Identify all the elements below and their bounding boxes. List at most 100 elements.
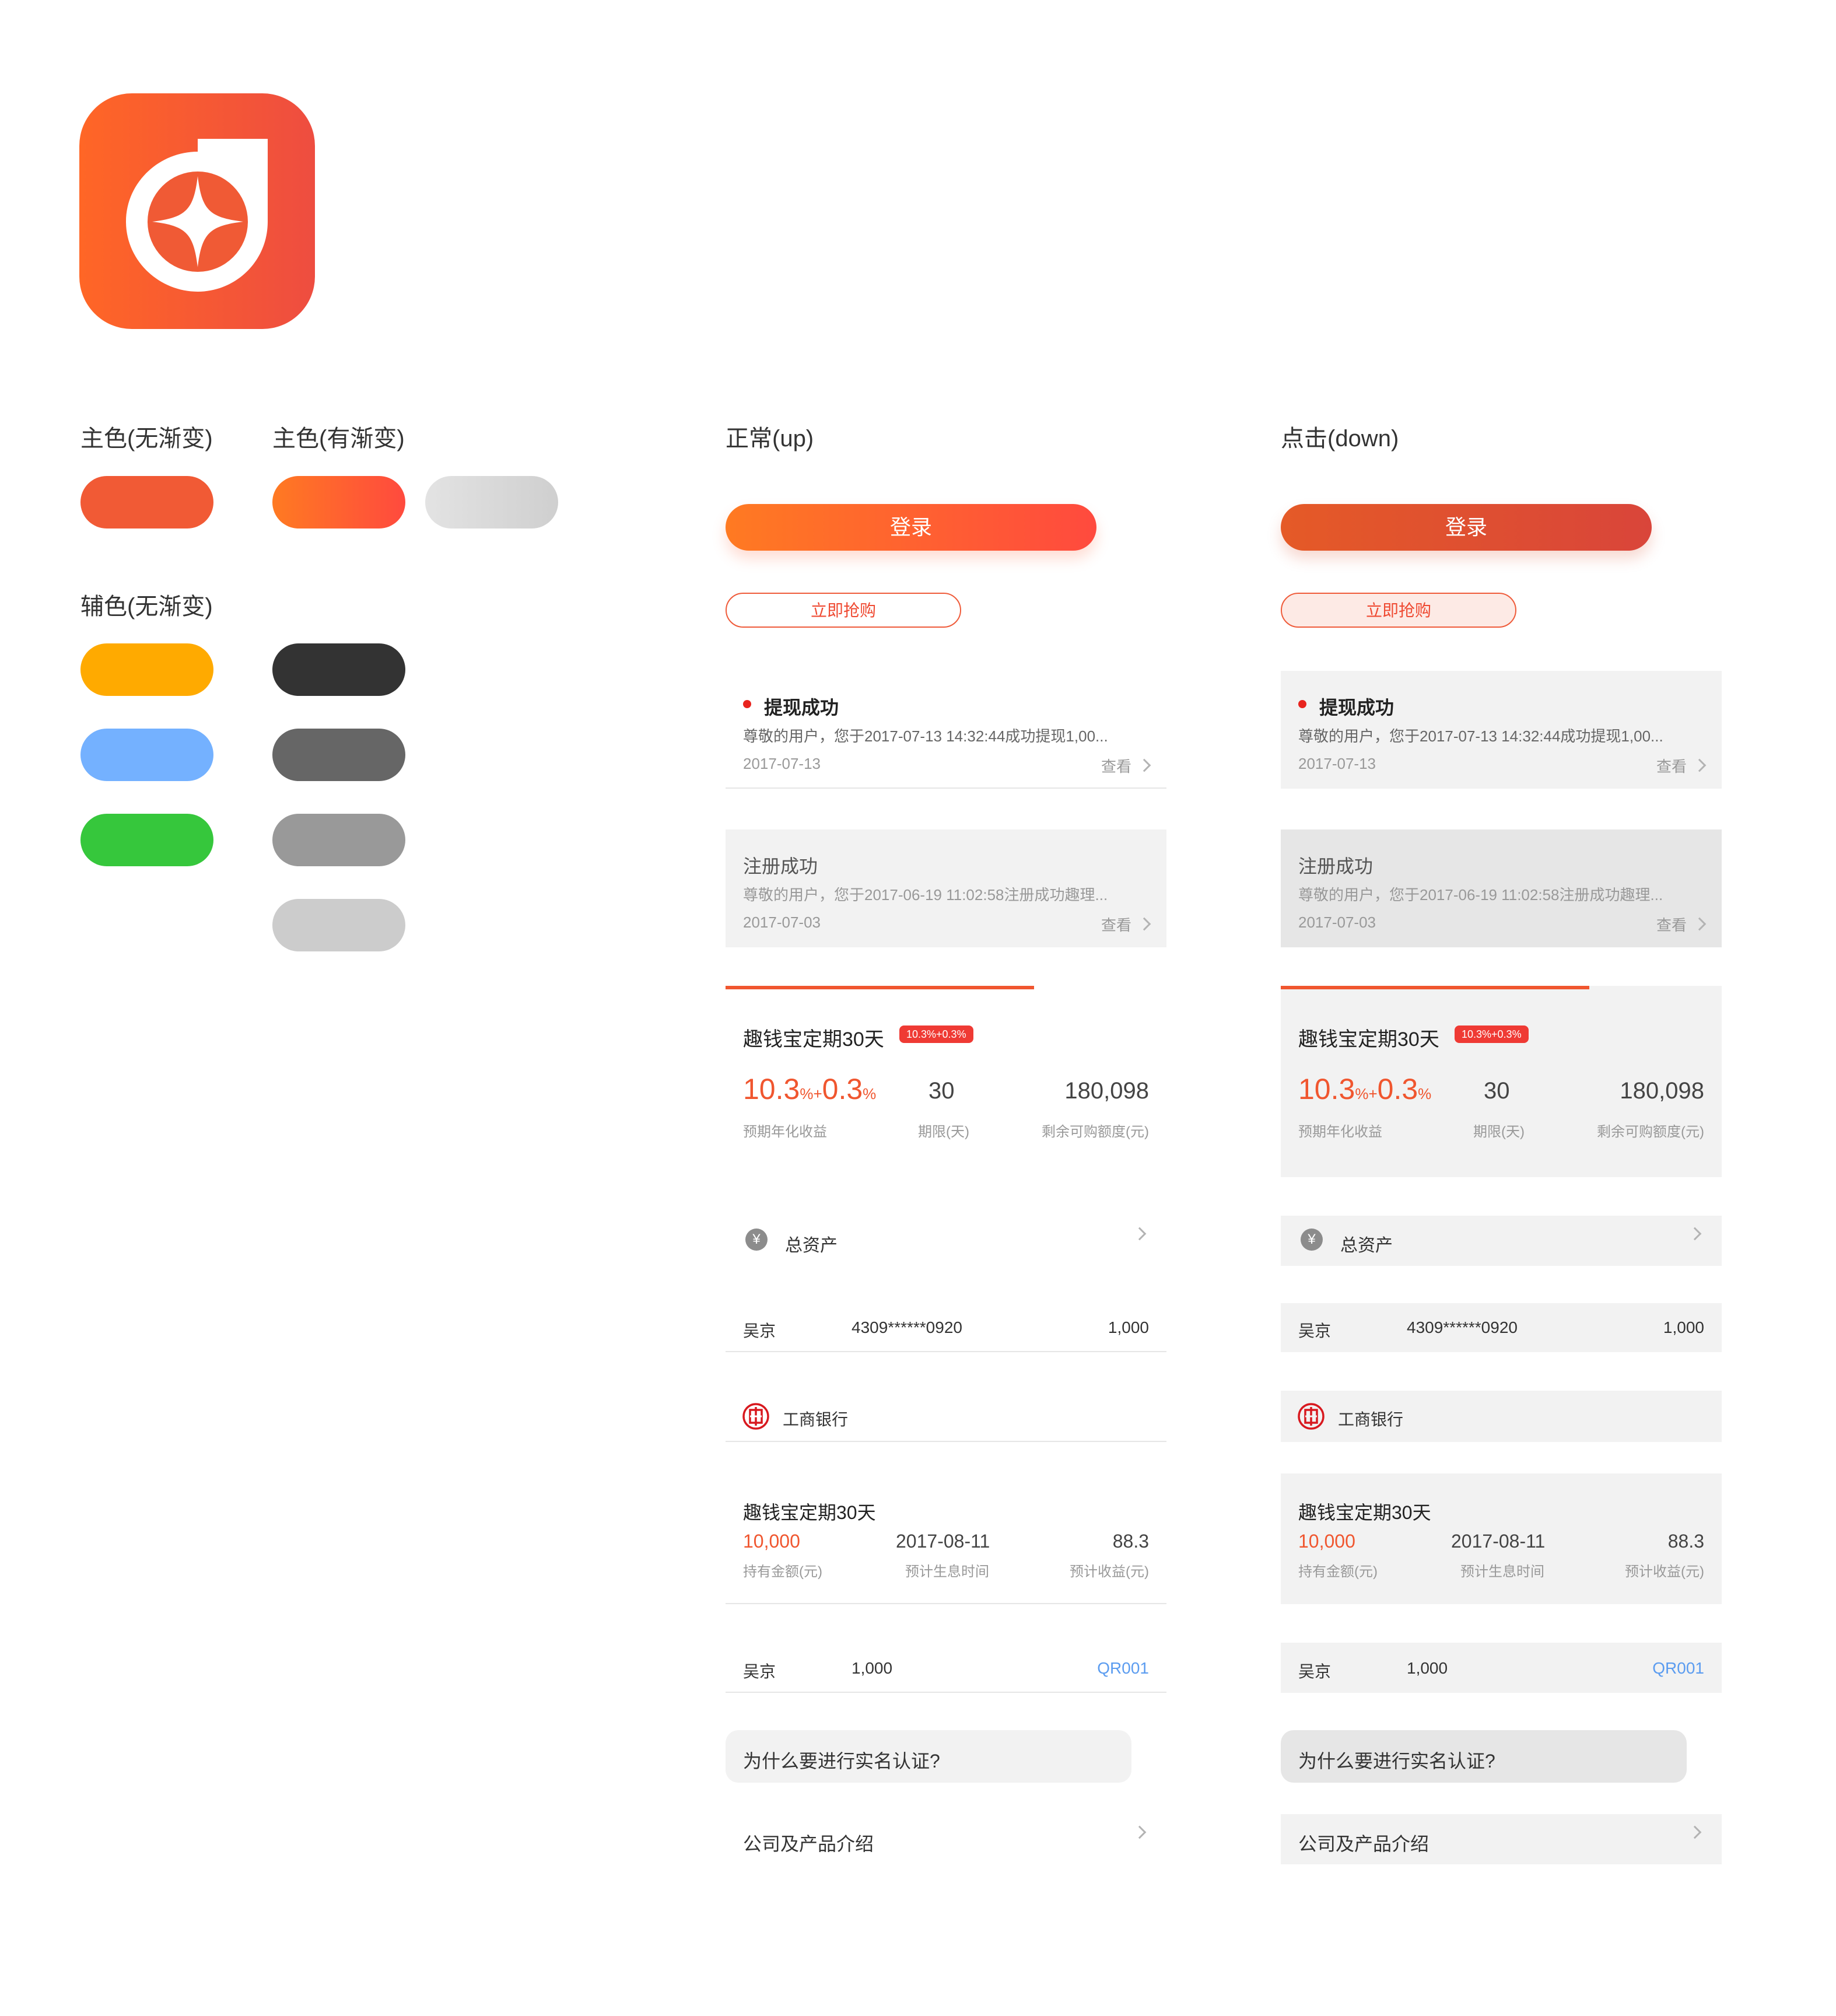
chevron-right-icon bbox=[1693, 758, 1707, 772]
holding-name: 趣钱宝定期30天 bbox=[1298, 1502, 1431, 1523]
term-value: 30 bbox=[928, 1078, 955, 1104]
bank-row[interactable]: 工商银行 bbox=[726, 1391, 1166, 1442]
holding-date: 2017-08-11 bbox=[1451, 1531, 1546, 1552]
company-row-pressed[interactable]: 公司及产品介绍 bbox=[1281, 1814, 1722, 1864]
yuan-icon: ¥ bbox=[1301, 1228, 1323, 1251]
holding-amount: 10,000 bbox=[743, 1531, 800, 1552]
primary-swatch bbox=[80, 476, 213, 528]
remain-caption: 剩余可购额度(元) bbox=[1042, 1124, 1149, 1140]
rate-badge: 10.3%+0.3% bbox=[899, 1026, 973, 1043]
company-label: 公司及产品介绍 bbox=[1298, 1833, 1429, 1854]
primary-flat-label: 主色(无渐变) bbox=[80, 426, 213, 452]
message-body: 尊敬的用户，您于2017-07-13 14:32:44成功提现1,00... bbox=[743, 727, 1108, 745]
person-id: 4309******0920 bbox=[852, 1318, 962, 1336]
faq-bubble-pressed[interactable]: 为什么要进行实名认证? bbox=[1281, 1730, 1687, 1783]
progress-track bbox=[1281, 986, 1722, 989]
holding-date: 2017-08-11 bbox=[896, 1531, 990, 1552]
progress-fill bbox=[1281, 986, 1590, 989]
faq-text: 为什么要进行实名认证? bbox=[743, 1751, 940, 1772]
chevron-right-icon bbox=[1133, 1227, 1147, 1243]
view-link[interactable]: 查看 bbox=[1101, 755, 1151, 776]
message-card-withdraw-pressed[interactable]: 提现成功 尊敬的用户，您于2017-07-13 14:32:44成功提现1,00… bbox=[1281, 671, 1722, 789]
message-card-register-pressed[interactable]: 注册成功 尊敬的用户，您于2017-06-19 11:02:58注册成功趣理..… bbox=[1281, 830, 1722, 947]
view-link[interactable]: 查看 bbox=[1656, 755, 1707, 776]
order-amount: 1,000 bbox=[852, 1659, 893, 1677]
rate-badge: 10.3%+0.3% bbox=[1455, 1026, 1529, 1043]
chevron-right-icon bbox=[1688, 1825, 1702, 1842]
divider bbox=[726, 1441, 1166, 1442]
message-date: 2017-07-13 bbox=[1298, 755, 1376, 772]
message-card-register[interactable]: 注册成功 尊敬的用户，您于2017-06-19 11:02:58注册成功趣理..… bbox=[726, 830, 1166, 947]
app-logo-icon bbox=[79, 93, 315, 329]
remain-value: 180,098 bbox=[1620, 1078, 1704, 1104]
rate-caption: 预期年化收益 bbox=[1298, 1124, 1382, 1140]
person-amount: 1,000 bbox=[1663, 1318, 1704, 1336]
secondary-orange-swatch bbox=[80, 643, 213, 696]
message-date: 2017-07-03 bbox=[743, 914, 821, 931]
order-code-link[interactable]: QR001 bbox=[1097, 1659, 1149, 1678]
faq-text: 为什么要进行实名认证? bbox=[1298, 1751, 1495, 1772]
holding-income-caption: 预计收益(元) bbox=[1625, 1564, 1704, 1580]
term-caption: 期限(天) bbox=[918, 1124, 969, 1140]
view-link[interactable]: 查看 bbox=[1101, 914, 1151, 935]
state-down-column: 登录 立即抢购 提现成功 尊敬的用户，您于2017-07-13 14:32:44… bbox=[1281, 0, 1722, 2016]
total-assets-row-pressed[interactable]: ¥ 总资产 bbox=[1281, 1216, 1722, 1266]
chevron-right-icon bbox=[1688, 1227, 1702, 1243]
gray-333-swatch bbox=[272, 643, 405, 696]
primary-gradient-label: 主色(有渐变) bbox=[272, 426, 405, 452]
view-link[interactable]: 查看 bbox=[1656, 914, 1707, 935]
gray-666-swatch bbox=[272, 729, 405, 781]
holding-amount-caption: 持有金额(元) bbox=[1298, 1564, 1378, 1580]
bank-name: 工商银行 bbox=[783, 1410, 849, 1429]
term-caption: 期限(天) bbox=[1473, 1124, 1525, 1140]
buy-now-button[interactable]: 立即抢购 bbox=[726, 593, 961, 628]
product-name: 趣钱宝定期30天 bbox=[1298, 1028, 1439, 1051]
product-card-pressed[interactable]: 趣钱宝定期30天 10.3%+0.3% 10.3%+0.3% 预期年化收益 30… bbox=[1281, 986, 1722, 1177]
order-amount: 1,000 bbox=[1407, 1659, 1448, 1677]
holding-date-caption: 预计生息时间 bbox=[1460, 1564, 1544, 1580]
progress-track bbox=[726, 986, 1166, 989]
holding-name: 趣钱宝定期30天 bbox=[743, 1502, 876, 1523]
icbc-bank-icon bbox=[1297, 1402, 1325, 1430]
message-title: 注册成功 bbox=[743, 856, 818, 877]
remain-value: 180,098 bbox=[1064, 1078, 1149, 1104]
product-card[interactable]: 趣钱宝定期30天 10.3%+0.3% 10.3%+0.3% 预期年化收益 30… bbox=[726, 986, 1166, 1177]
order-code-link[interactable]: QR001 bbox=[1652, 1659, 1704, 1678]
person-row-pressed: 吴京 4309******0920 1,000 bbox=[1281, 1303, 1722, 1352]
rate-value: 10.3%+0.3% bbox=[1298, 1073, 1432, 1105]
message-body: 尊敬的用户，您于2017-06-19 11:02:58注册成功趣理... bbox=[743, 886, 1108, 904]
message-body: 尊敬的用户，您于2017-06-19 11:02:58注册成功趣理... bbox=[1298, 886, 1663, 904]
gray-999-swatch bbox=[272, 814, 405, 866]
divider bbox=[726, 1351, 1166, 1352]
holding-card[interactable]: 趣钱宝定期30天 10,000 持有金额(元) 2017-08-11 预计生息时… bbox=[726, 1474, 1166, 1604]
progress-fill bbox=[726, 986, 1035, 989]
total-assets-label: 总资产 bbox=[785, 1236, 838, 1255]
login-button-pressed[interactable]: 登录 bbox=[1281, 504, 1652, 551]
bank-row-pressed[interactable]: 工商银行 bbox=[1281, 1391, 1722, 1442]
company-row[interactable]: 公司及产品介绍 bbox=[726, 1814, 1166, 1864]
term-value: 30 bbox=[1484, 1078, 1510, 1104]
order-row-pressed: 吴京 1,000 QR001 bbox=[1281, 1643, 1722, 1693]
login-button[interactable]: 登录 bbox=[726, 504, 1096, 551]
faq-bubble[interactable]: 为什么要进行实名认证? bbox=[726, 1730, 1131, 1783]
holding-income: 88.3 bbox=[1667, 1531, 1704, 1552]
order-name: 吴京 bbox=[743, 1662, 776, 1681]
order-row: 吴京 1,000 QR001 bbox=[726, 1643, 1166, 1693]
disabled-gradient-swatch bbox=[425, 476, 558, 528]
view-link-label: 查看 bbox=[1101, 758, 1131, 775]
chevron-right-icon bbox=[1133, 1825, 1147, 1842]
yuan-icon: ¥ bbox=[745, 1228, 768, 1251]
chevron-right-icon bbox=[1137, 917, 1151, 931]
view-link-label: 查看 bbox=[1656, 758, 1687, 775]
person-amount: 1,000 bbox=[1108, 1318, 1149, 1336]
primary-gradient-swatch bbox=[272, 476, 405, 528]
buy-now-button-pressed[interactable]: 立即抢购 bbox=[1281, 593, 1516, 628]
icbc-bank-icon bbox=[742, 1402, 770, 1430]
person-id: 4309******0920 bbox=[1407, 1318, 1518, 1336]
total-assets-row[interactable]: ¥ 总资产 bbox=[726, 1216, 1166, 1266]
product-name: 趣钱宝定期30天 bbox=[743, 1028, 884, 1051]
total-assets-label: 总资产 bbox=[1340, 1236, 1393, 1255]
message-card-withdraw[interactable]: 提现成功 尊敬的用户，您于2017-07-13 14:32:44成功提现1,00… bbox=[726, 671, 1166, 789]
rate-value: 10.3%+0.3% bbox=[743, 1073, 877, 1105]
holding-card-pressed[interactable]: 趣钱宝定期30天 10,000 持有金额(元) 2017-08-11 预计生息时… bbox=[1281, 1474, 1722, 1604]
